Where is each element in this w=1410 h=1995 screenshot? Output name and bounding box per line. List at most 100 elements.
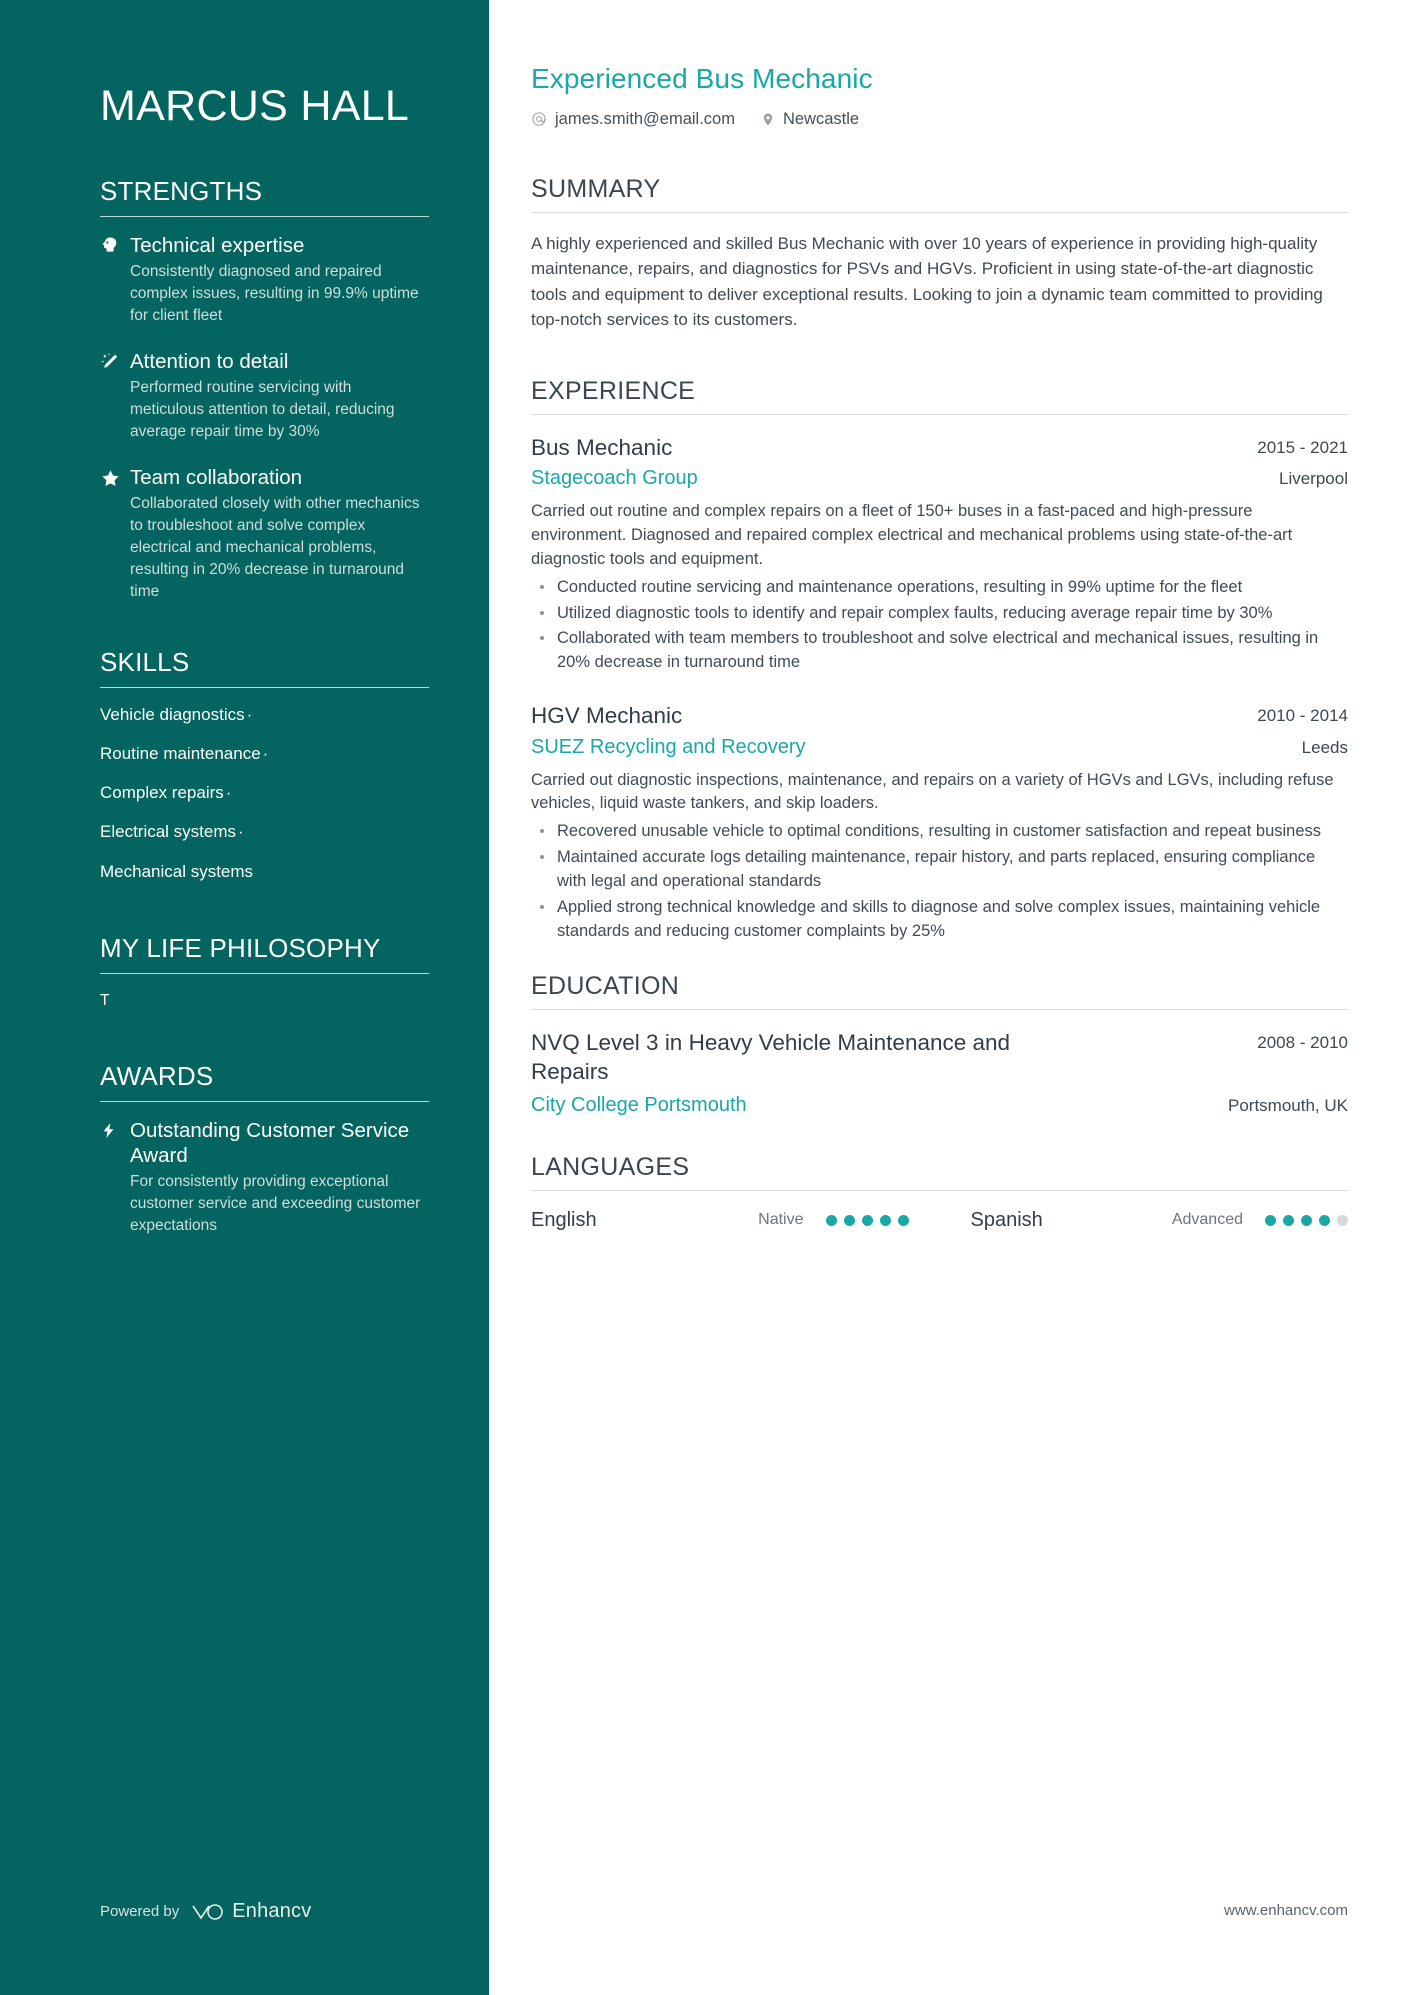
contact-email-value: james.smith@email.com [555, 109, 735, 128]
footer-website: www.enhancv.com [1224, 1902, 1348, 1919]
rating-dot [897, 1214, 909, 1226]
languages-list: English Native Spanish Advanced [531, 1209, 1348, 1232]
contact-location: Newcastle [761, 110, 859, 129]
sidebar-section-philosophy: MY LIFE PHILOSOPHY T [100, 933, 429, 1012]
sidebar-section-awards: AWARDS Outstanding Customer Service Awar… [100, 1061, 429, 1237]
rating-dot [825, 1214, 837, 1226]
award-title: Outstanding Customer Service Award [130, 1119, 410, 1168]
experience-heading: EXPERIENCE [531, 376, 696, 405]
head-idea-icon [100, 233, 130, 327]
skill-label: Mechanical systems [100, 861, 254, 881]
experience-organization: SUEZ Recycling and Recovery [531, 735, 806, 758]
education-location: Portsmouth, UK [1228, 1095, 1348, 1115]
skill-separator: · [262, 744, 269, 764]
philosophy-divider [100, 972, 429, 974]
strength-item: Team collaboration Collaborated closely … [100, 465, 429, 603]
education-entry: NVQ Level 3 in Heavy Vehicle Maintenance… [531, 1028, 1348, 1119]
award-description: For consistently providing exceptional c… [130, 1173, 421, 1235]
rating-dot [1265, 1214, 1276, 1226]
bullet-item: Recovered unusable vehicle to optimal co… [531, 820, 1348, 844]
strength-title: Attention to detail [130, 350, 289, 374]
skill-label: Vehicle diagnostics [100, 705, 245, 725]
map-pin-icon [761, 111, 775, 128]
summary-heading: SUMMARY [531, 174, 661, 203]
education-divider [531, 1009, 1348, 1010]
experience-role: HGV Mechanic [531, 703, 683, 729]
language-rating-dots [1265, 1214, 1348, 1226]
skill-label: Routine maintenance [100, 744, 261, 764]
section-summary: SUMMARY A highly experienced and skilled… [531, 175, 1348, 333]
strength-description: Collaborated closely with other mechanic… [130, 495, 420, 601]
strengths-heading: STRENGTHS [100, 176, 263, 207]
experience-date: 2010 - 2014 [1257, 706, 1348, 726]
bullet-item: Maintained accurate logs detailing maint… [531, 846, 1348, 894]
bullet-item: Applied strong technical knowledge and s… [531, 896, 1348, 944]
rating-dot [861, 1214, 873, 1226]
language-rating-dots [825, 1214, 909, 1226]
contact-bar: james.smith@email.com Newcastle [531, 110, 1348, 129]
experience-description: Carried out routine and complex repairs … [531, 501, 1293, 568]
sidebar-section-skills: SKILLS Vehicle diagnostics · Routine main… [100, 647, 429, 882]
contact-email: james.smith@email.com [531, 110, 735, 129]
rating-dot [1301, 1214, 1312, 1226]
skill-item: Mechanical systems [100, 861, 429, 883]
skill-item: Complex repairs · [100, 782, 429, 804]
strength-item: Attention to detail Performed routine se… [100, 349, 429, 443]
language-level: Native [758, 1211, 804, 1228]
bullet-item: Utilized diagnostic tools to identify an… [531, 602, 1348, 626]
skill-separator: · [246, 705, 253, 725]
section-experience: EXPERIENCE Bus Mechanic 2015 - 2021 Stag… [531, 377, 1348, 944]
experience-divider [531, 413, 1348, 415]
main-content: Experienced Bus Mechanic james.smith@ema… [489, 0, 1410, 1995]
education-date: 2008 - 2010 [1257, 1033, 1348, 1052]
page-title: Experienced Bus Mechanic [531, 63, 873, 94]
skills-heading: SKILLS [100, 647, 190, 678]
strength-description: Consistently diagnosed and repaired comp… [130, 263, 419, 325]
awards-divider [100, 1101, 429, 1103]
at-icon [531, 111, 547, 127]
bullet-item: Conducted routine servicing and maintena… [531, 576, 1348, 600]
contact-location-value: Newcastle [782, 109, 860, 128]
rating-dot [843, 1214, 855, 1226]
skill-item: Vehicle diagnostics · [100, 704, 429, 726]
experience-location: Leeds [1301, 737, 1348, 757]
strengths-divider [100, 216, 429, 218]
awards-heading: AWARDS [100, 1061, 214, 1092]
language-item: Spanish Advanced [970, 1208, 1348, 1232]
rating-dot [1319, 1214, 1330, 1226]
star-icon [100, 465, 130, 603]
strength-description: Performed routine servicing with meticul… [130, 379, 395, 441]
rating-dot [879, 1214, 891, 1226]
education-heading: EDUCATION [531, 972, 680, 1000]
education-school: City College Portsmouth [531, 1093, 747, 1116]
languages-heading: LANGUAGES [531, 1152, 690, 1181]
sidebar-section-strengths: STRENGTHS Technical expertise Consistent… [100, 176, 429, 603]
experience-description: Carried out diagnostic inspections, main… [531, 770, 1334, 813]
magic-wand-icon [100, 349, 130, 443]
lightning-bolt-icon [100, 1118, 130, 1237]
skill-label: Electrical systems [100, 822, 237, 842]
skill-label: Complex repairs [100, 783, 224, 803]
language-name: Spanish [970, 1208, 1043, 1231]
philosophy-text: T [100, 991, 110, 1009]
language-level: Advanced [1171, 1211, 1243, 1228]
sidebar-footer: Powered by Enhancv [100, 1900, 311, 1923]
bullet-item: Collaborated with team members to troubl… [531, 627, 1348, 675]
rating-dot [1283, 1214, 1294, 1226]
strength-item: Technical expertise Consistently diagnos… [100, 233, 429, 327]
summary-text: A highly experienced and skilled Bus Mec… [531, 233, 1323, 330]
section-education: EDUCATION NVQ Level 3 in Heavy Vehicle M… [531, 972, 1348, 1119]
languages-divider [531, 1189, 1348, 1191]
skill-item: Electrical systems · [100, 821, 429, 843]
enhancv-logo: Enhancv [191, 1900, 311, 1923]
philosophy-heading: MY LIFE PHILOSOPHY [100, 932, 381, 963]
experience-bullets: Recovered unusable vehicle to optimal co… [531, 820, 1348, 944]
experience-organization: Stagecoach Group [531, 466, 698, 489]
experience-role: Bus Mechanic [531, 434, 673, 460]
skill-separator: · [225, 783, 232, 803]
enhancv-wordmark: Enhancv [232, 1900, 312, 1922]
powered-by-label: Powered by [100, 1903, 180, 1920]
experience-entry: Bus Mechanic 2015 - 2021 Stagecoach Grou… [531, 433, 1348, 676]
education-degree: NVQ Level 3 in Heavy Vehicle Maintenance… [531, 1030, 1011, 1085]
experience-location: Liverpool [1279, 468, 1348, 488]
